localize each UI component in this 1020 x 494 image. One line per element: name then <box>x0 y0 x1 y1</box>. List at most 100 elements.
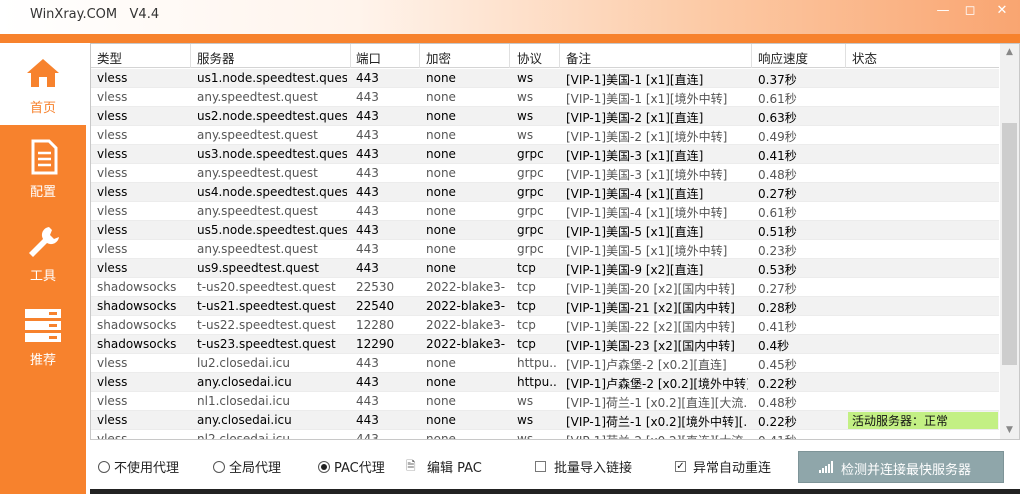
cell-type: vless <box>97 356 128 370</box>
cell-remark: [VIP-1]美国-20 [x2][国内中转] <box>566 282 735 296</box>
column-header-protocol[interactable]: 协议 <box>517 48 542 67</box>
cell-protocol: grpc <box>517 185 544 199</box>
column-header-server[interactable]: 服务器 <box>197 48 235 67</box>
edit-file-icon[interactable]: 🗎 <box>406 457 420 473</box>
cell-encryption: 2022-blake3-... <box>426 280 506 294</box>
cell-port: 443 <box>356 147 379 161</box>
scroll-up-icon[interactable]: ▲ <box>1000 44 1019 61</box>
radio-label-global-proxy[interactable]: 全局代理 <box>229 457 281 476</box>
cell-latency: 0.37秒 <box>758 73 797 87</box>
cell-remark: [VIP-1]卢森堡-2 [x0.2][直连] <box>566 358 727 372</box>
table-row[interactable]: vless nl2.closedai.icu 443 none ws [VIP-1]荷兰-… <box>91 430 999 440</box>
scroll-down-icon[interactable]: ▼ <box>1000 422 1019 439</box>
cell-encryption: 2022-blake3-... <box>426 299 506 313</box>
maximize-icon[interactable]: ◻ <box>960 3 980 19</box>
radio-label-no-proxy[interactable]: 不使用代理 <box>114 457 179 476</box>
auto-reconnect-checkbox[interactable]: ✓ <box>675 461 686 472</box>
column-header-remark[interactable]: 备注 <box>566 48 591 67</box>
column-header-status[interactable]: 状态 <box>852 48 877 67</box>
cell-server: any.speedtest.quest <box>197 242 318 256</box>
cell-server: any.closedai.icu <box>197 413 292 427</box>
cell-remark: [VIP-1]荷兰-1 [x0.2][直连][大流... <box>566 396 748 410</box>
auto-reconnect-label[interactable]: 异常自动重连 <box>693 457 771 476</box>
cell-protocol: grpc <box>517 147 544 161</box>
connect-fastest-button[interactable]: 检测并连接最快服务器 <box>798 451 1004 483</box>
table-row[interactable]: vless any.speedtest.quest 443 none grpc [VIP-… <box>91 240 999 259</box>
radio-pac-proxy[interactable] <box>318 461 330 473</box>
minimize-icon[interactable]: — <box>933 3 953 19</box>
table-row[interactable]: vless any.speedtest.quest 443 none grpc [VIP-… <box>91 202 999 221</box>
table-row[interactable]: vless any.closedai.icu 443 none ws [VIP-1]荷兰-… <box>91 411 999 430</box>
cell-remark: [VIP-1]美国-2 [x1][境外中转] <box>566 130 728 144</box>
table-row[interactable]: vless us9.speedtest.quest 443 none tcp [VIP-1… <box>91 259 999 278</box>
cell-latency: 0.28秒 <box>758 301 797 315</box>
cell-encryption: 2022-blake3-... <box>426 318 506 332</box>
bulk-import-link[interactable]: 批量导入链接 <box>554 457 632 476</box>
cell-port: 443 <box>356 394 379 408</box>
table-row[interactable]: vless us4.node.speedtest.quest 443 none grpc… <box>91 183 999 202</box>
table-row[interactable]: vless any.speedtest.quest 443 none grpc [VIP-… <box>91 164 999 183</box>
table-row[interactable]: vless any.speedtest.quest 443 none ws [VIP-1]… <box>91 126 999 145</box>
edit-pac-link[interactable]: 编辑 PAC <box>427 457 482 476</box>
cell-server: any.speedtest.quest <box>197 204 318 218</box>
radio-label-pac-proxy[interactable]: PAC代理 <box>334 457 385 476</box>
table-row[interactable]: vless us5.node.speedtest.quest 443 none grpc… <box>91 221 999 240</box>
table-row[interactable]: vless us2.node.speedtest.quest 443 none ws [V… <box>91 107 999 126</box>
cell-type: vless <box>97 432 128 440</box>
column-header-encryption[interactable]: 加密 <box>426 48 451 67</box>
cell-latency: 0.48秒 <box>758 396 797 410</box>
cell-encryption: none <box>426 71 456 85</box>
cell-protocol: ws <box>517 128 534 142</box>
sidebar-item-label: 工具 <box>29 269 56 284</box>
table-row[interactable]: vless us1.node.speedtest.quest 443 none ws [V… <box>91 69 999 88</box>
cell-type: vless <box>97 413 128 427</box>
sidebar-item-config[interactable]: 配置 <box>0 127 86 209</box>
cell-latency: 0.45秒 <box>758 358 797 372</box>
table-row[interactable]: vless any.speedtest.quest 443 none ws [VIP-1]… <box>91 88 999 107</box>
cell-type: vless <box>97 204 128 218</box>
table-row[interactable]: shadowsocks t-us20.speedtest.quest 22530 20… <box>91 278 999 297</box>
table-row[interactable]: vless lu2.closedai.icu 443 none httpu... [VIP… <box>91 354 999 373</box>
cell-status: 活动服务器：正常 <box>848 412 998 429</box>
cell-latency: 0.22秒 <box>758 377 797 391</box>
table-row[interactable]: vless any.closedai.icu 443 none httpu... [VIP… <box>91 373 999 392</box>
cell-server: us3.node.speedtest.quest <box>197 147 347 161</box>
table-header: 类型 服务器 端口 加密 协议 备注 响应速度 状态 <box>91 44 999 68</box>
column-header-port[interactable]: 端口 <box>356 48 381 67</box>
cell-port: 443 <box>356 432 379 440</box>
cell-type: vless <box>97 147 128 161</box>
cell-port: 443 <box>356 413 379 427</box>
bulk-import-icon[interactable] <box>535 461 546 472</box>
cell-server: us9.speedtest.quest <box>197 261 319 275</box>
cell-type: shadowsocks <box>97 280 177 294</box>
cell-latency: 0.41秒 <box>758 149 797 163</box>
connect-fastest-button-label: 检测并连接最快服务器 <box>841 463 972 478</box>
table-row[interactable]: vless us3.node.speedtest.quest 443 none grpc… <box>91 145 999 164</box>
vertical-scrollbar[interactable]: ▲ ▼ <box>1000 44 1019 439</box>
cell-latency: 0.51秒 <box>758 225 797 239</box>
sidebar-item-recommend[interactable]: 推荐 <box>0 295 86 377</box>
cell-remark: [VIP-1]美国-4 [x1][直连] <box>566 187 704 201</box>
scrollbar-thumb[interactable] <box>1002 123 1017 365</box>
cell-remark: [VIP-1]美国-1 [x1][境外中转] <box>566 92 728 106</box>
table-row[interactable]: shadowsocks t-us21.speedtest.quest 22540 20… <box>91 297 999 316</box>
cell-encryption: 2022-blake3-... <box>426 337 506 351</box>
signal-icon <box>819 461 833 473</box>
cell-type: vless <box>97 128 128 142</box>
sidebar-item-home[interactable]: 首页 <box>0 43 86 125</box>
cell-remark: [VIP-1]美国-21 [x2][国内中转] <box>566 301 735 315</box>
table-row[interactable]: shadowsocks t-us23.speedtest.quest 12290 20… <box>91 335 999 354</box>
column-header-type[interactable]: 类型 <box>97 48 122 67</box>
cell-type: vless <box>97 90 128 104</box>
table-row[interactable]: vless nl1.closedai.icu 443 none ws [VIP-1]荷兰-… <box>91 392 999 411</box>
sidebar-item-tools[interactable]: 工具 <box>0 211 86 293</box>
document-icon <box>31 139 58 175</box>
close-icon[interactable]: ✕ <box>992 3 1012 19</box>
cell-port: 22540 <box>356 299 395 313</box>
radio-global-proxy[interactable] <box>213 461 225 473</box>
radio-no-proxy[interactable] <box>98 461 110 473</box>
column-header-latency[interactable]: 响应速度 <box>758 48 808 67</box>
cell-port: 443 <box>356 166 379 180</box>
cell-port: 443 <box>356 204 379 218</box>
table-row[interactable]: shadowsocks t-us22.speedtest.quest 12280 20… <box>91 316 999 335</box>
